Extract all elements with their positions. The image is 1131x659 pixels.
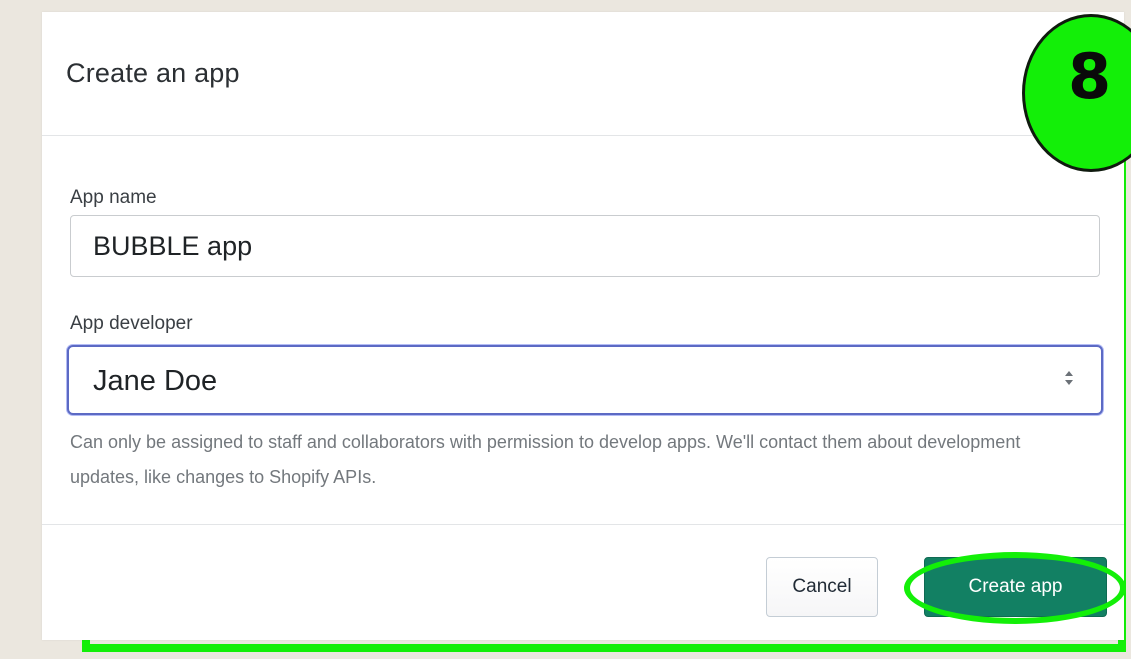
- footer-divider: [42, 524, 1124, 525]
- app-developer-label: App developer: [70, 313, 193, 334]
- screenshot-stage: Create an app App name App developer Jan…: [0, 0, 1131, 659]
- app-name-input[interactable]: [70, 215, 1100, 277]
- app-name-label: App name: [70, 187, 157, 208]
- step-number: 8: [1068, 40, 1112, 113]
- updown-chevron-icon: [1065, 369, 1073, 389]
- modal-title: Create an app: [66, 58, 240, 88]
- app-developer-select[interactable]: Jane Doe: [67, 345, 1103, 415]
- cancel-button[interactable]: Cancel: [766, 557, 878, 617]
- app-developer-help-text: Can only be assigned to staff and collab…: [70, 432, 1021, 487]
- modal-header: Create an app: [42, 12, 1124, 136]
- app-developer-selected-value: Jane Doe: [93, 365, 218, 397]
- create-app-modal: Create an app App name App developer Jan…: [42, 12, 1126, 640]
- create-app-button[interactable]: Create app: [924, 557, 1107, 617]
